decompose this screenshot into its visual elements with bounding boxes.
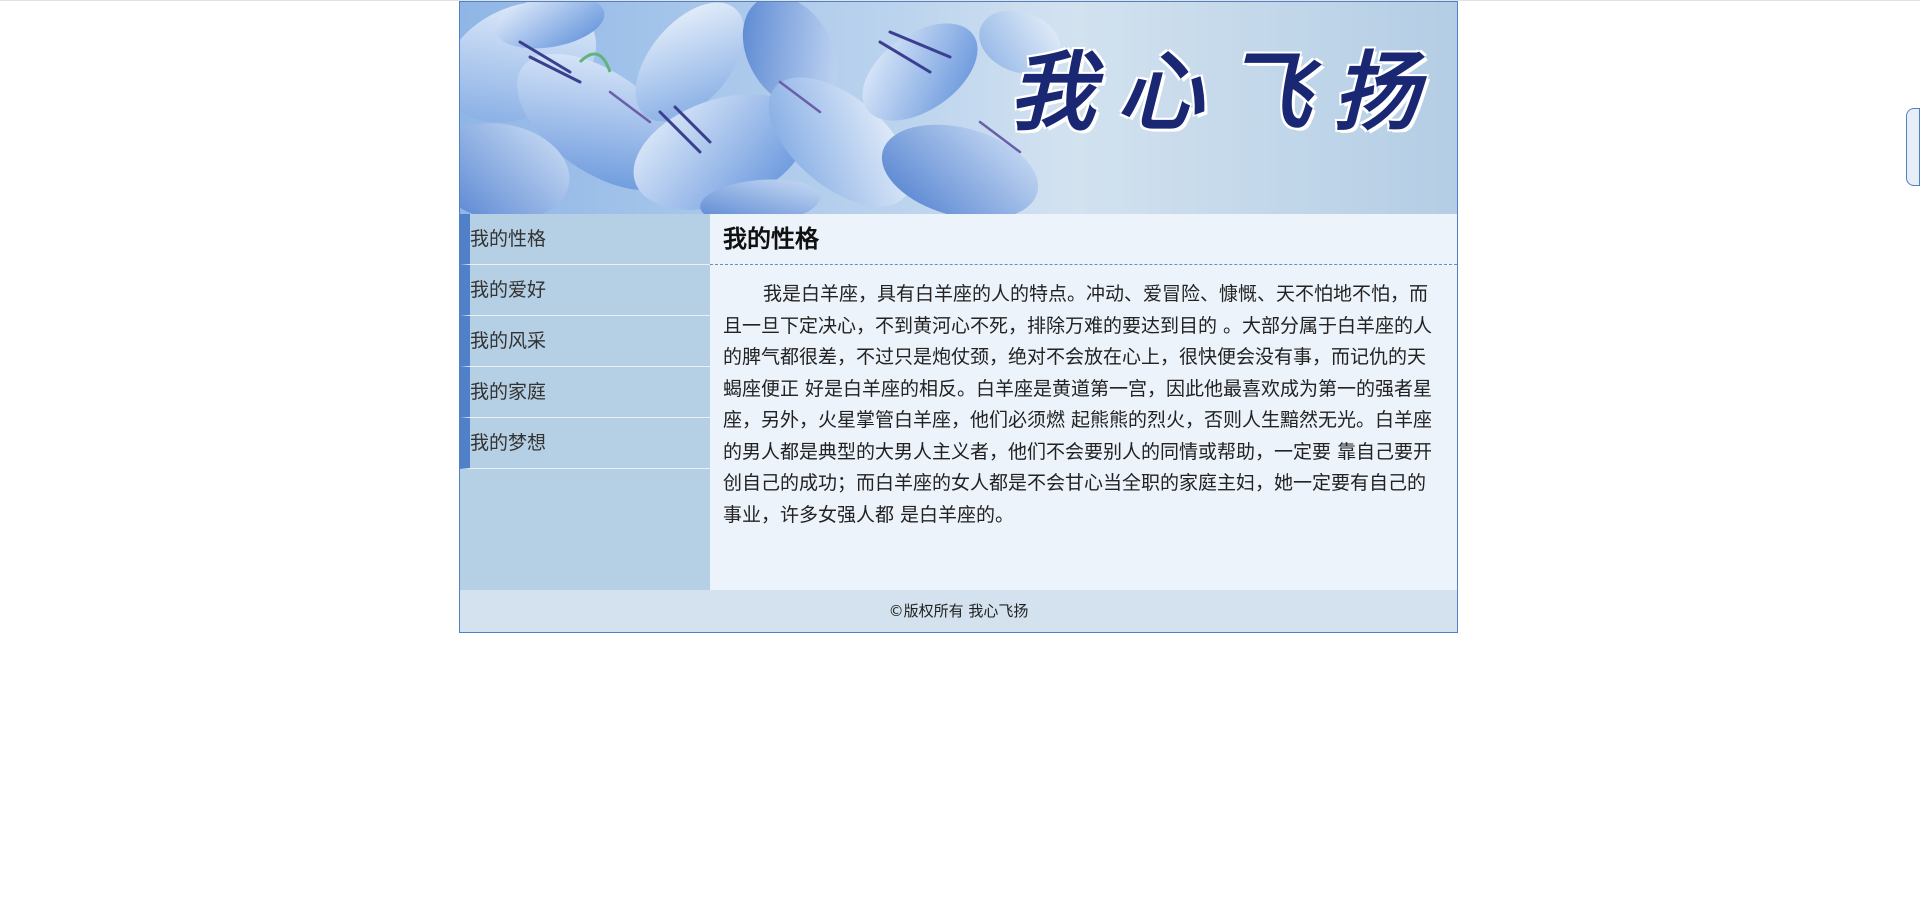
header-banner: 我心飞扬 [460, 2, 1457, 214]
scrollbar-thumb[interactable] [1906, 108, 1920, 186]
article-body: 我是白羊座，具有白羊座的人的特点。冲动、爱冒险、慷慨、天不怕地不怕，而且一旦下定… [723, 283, 1433, 526]
footer-copyright: ©版权所有 我心飞扬 [460, 590, 1457, 632]
sidebar-item-family[interactable]: 我的家庭 [460, 367, 710, 418]
sidebar-item-gallery[interactable]: 我的风采 [460, 316, 710, 367]
sidebar-item-personality[interactable]: 我的性格 [460, 214, 710, 265]
site-logo: 我心飞扬 [1009, 42, 1441, 143]
sidebar-item-hobbies[interactable]: 我的爱好 [460, 265, 710, 316]
page-title: 我的性格 [710, 214, 1457, 265]
page-container: 我心飞扬 我的性格 我的爱好 我的风采 我的家庭 我的梦想 我的性格 我是白羊座… [459, 1, 1458, 633]
sidebar-nav: 我的性格 我的爱好 我的风采 我的家庭 我的梦想 [460, 214, 710, 590]
main-content: 我的性格 我是白羊座，具有白羊座的人的特点。冲动、爱冒险、慷慨、天不怕地不怕，而… [710, 214, 1457, 590]
sidebar-item-dreams[interactable]: 我的梦想 [460, 418, 710, 469]
